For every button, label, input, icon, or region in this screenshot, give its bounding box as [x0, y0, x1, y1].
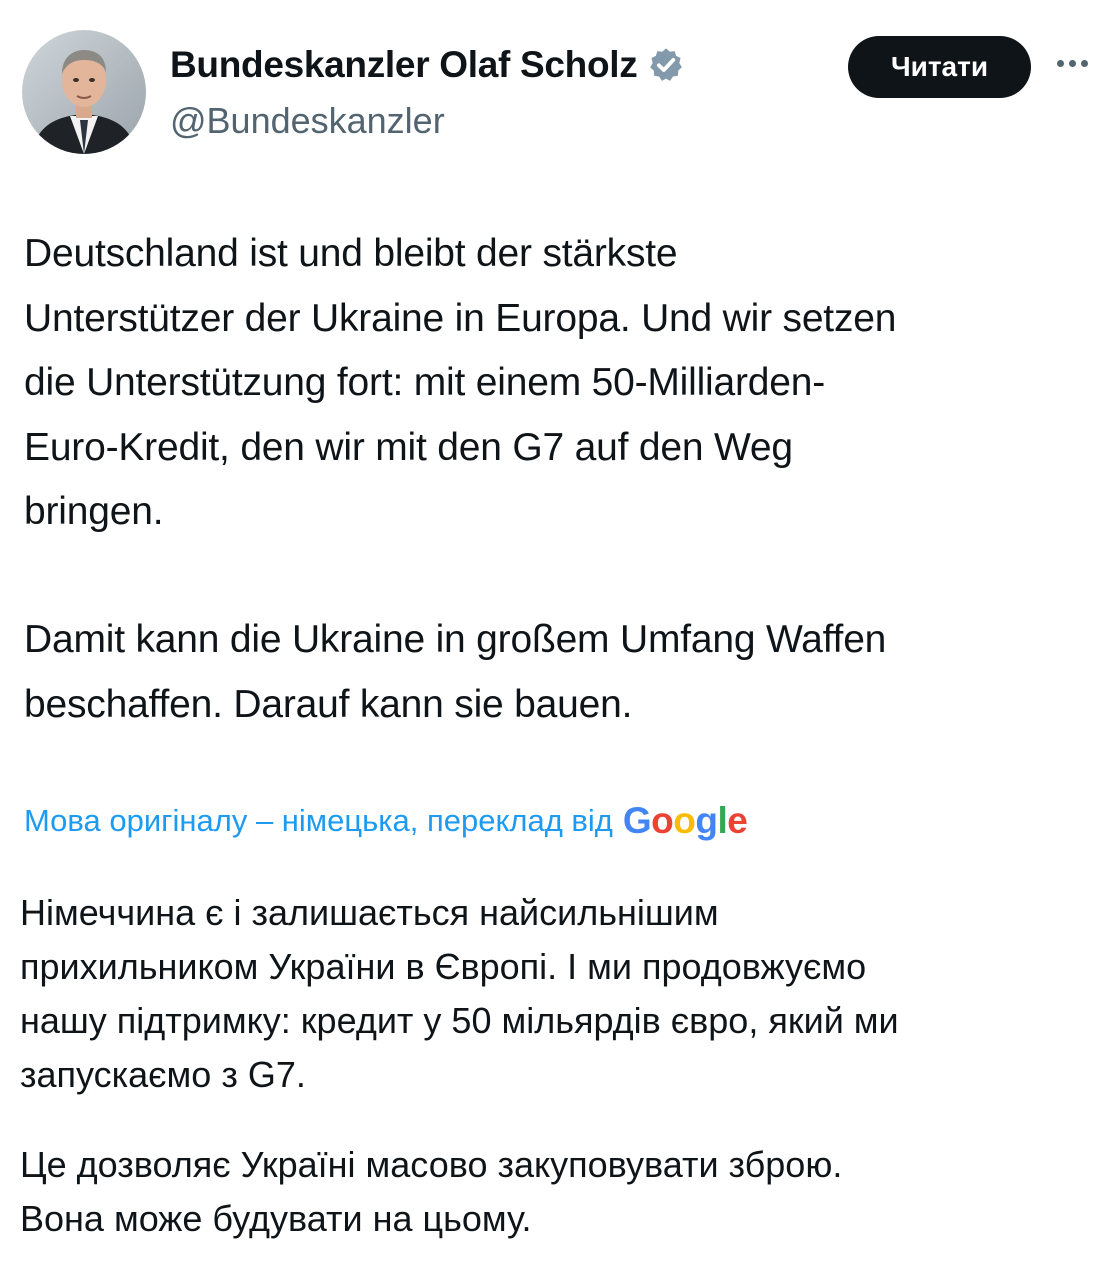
avatar[interactable]: [22, 30, 146, 154]
follow-button[interactable]: Читати: [848, 36, 1031, 98]
translation-attribution: Мова оригіналу – німецька, переклад від …: [24, 800, 748, 842]
translated-paragraph-2: Це дозволяє Україні масово закуповувати …: [20, 1144, 843, 1239]
translated-paragraph-1: Німеччина є і залишається найсильнішим п…: [20, 892, 899, 1095]
tweet-text-paragraph-1: Deutschland ist und bleibt der stärkste …: [24, 232, 897, 533]
tweet-text-paragraph-2: Damit kann die Ukraine in großem Umfang …: [24, 618, 887, 726]
more-dots-icon[interactable]: [1057, 60, 1088, 67]
display-name[interactable]: Bundeskanzler Olaf Scholz: [170, 44, 685, 86]
user-handle[interactable]: @Bundeskanzler: [170, 100, 445, 142]
avatar-photo: [22, 30, 146, 154]
google-logo: Google: [622, 800, 748, 841]
translation-source-link[interactable]: Мова оригіналу – німецька, переклад від: [24, 803, 613, 839]
display-name-text: Bundeskanzler Olaf Scholz: [170, 44, 638, 85]
verified-badge-icon[interactable]: [647, 46, 685, 84]
